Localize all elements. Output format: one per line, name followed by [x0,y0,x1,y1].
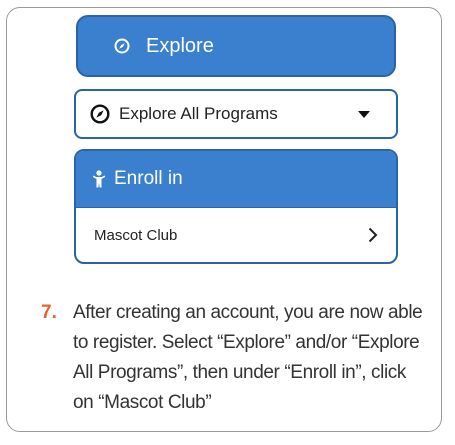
person-icon [92,170,106,188]
instruction-step: 7. After creating an account, you are no… [41,298,429,418]
explore-button[interactable]: Explore [76,15,396,77]
list-item-label: Mascot Club [94,226,178,244]
caret-down-icon [358,111,370,119]
explore-button-label: Explore [146,34,214,57]
list-item-mascot-club[interactable]: Mascot Club [76,208,396,262]
compass-icon [114,38,130,54]
instruction-card: Explore Explore All Programs Enroll in M… [6,7,442,432]
compass-icon [90,104,110,124]
enroll-in-title: Enroll in [114,168,183,189]
enroll-in-panel: Enroll in Mascot Club [74,149,398,264]
dropdown-label: Explore All Programs [119,104,278,123]
enroll-in-header: Enroll in [76,151,396,208]
chevron-right-icon [368,227,378,243]
step-number: 7. [41,302,57,323]
explore-all-programs-dropdown[interactable]: Explore All Programs [74,89,398,139]
step-text: After creating an account, you are now a… [73,302,423,413]
